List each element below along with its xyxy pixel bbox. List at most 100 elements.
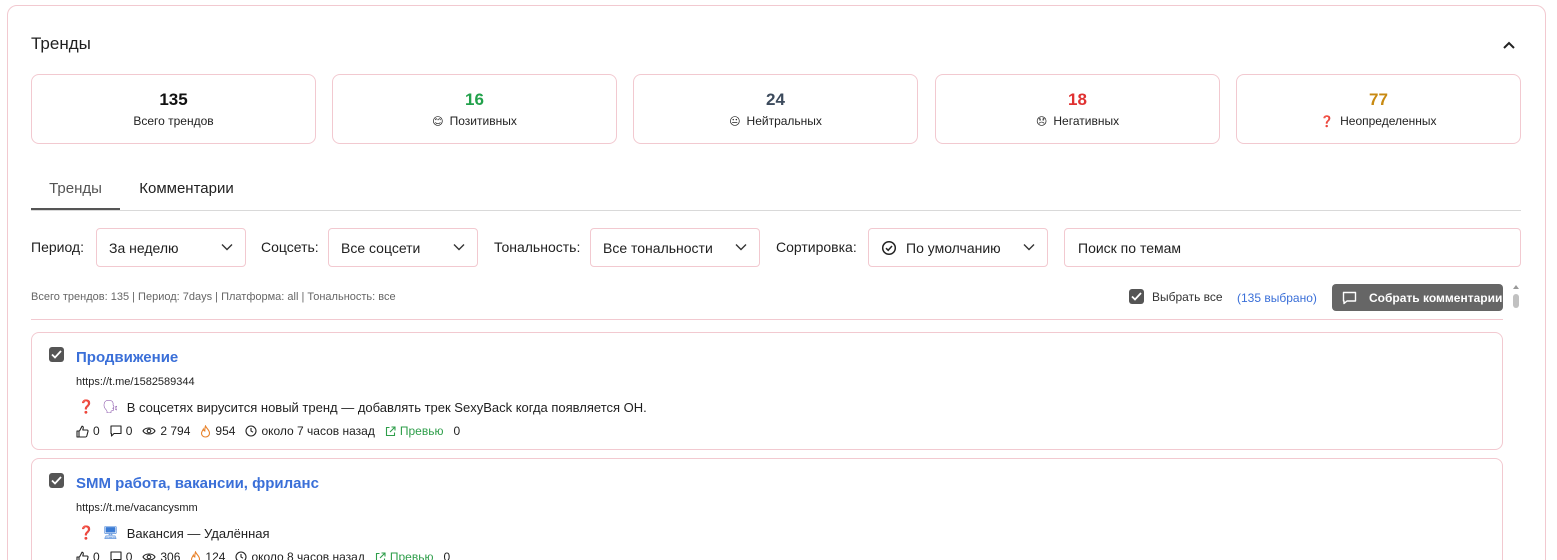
stat-label: Нейтральных (746, 114, 822, 128)
heat-count: 124 (205, 550, 226, 560)
stat-value: 24 (766, 90, 785, 109)
collapse-button[interactable] (1498, 34, 1520, 56)
tone-select[interactable]: Все тональности (590, 228, 760, 267)
scrollbar[interactable] (1512, 283, 1520, 560)
stat-card-positive: 16 😊 Позитивных (332, 74, 617, 144)
preview-link[interactable]: Превью (385, 424, 444, 438)
trend-url: https://t.me/1582589344 (76, 376, 195, 388)
comment-icon (110, 425, 122, 437)
summary-text: Всего трендов: 135 | Период: 7days | Пла… (31, 291, 396, 303)
chevron-down-icon (1023, 244, 1035, 251)
eye-icon (142, 427, 156, 435)
chevron-down-icon (453, 244, 465, 251)
likes-stat: 0 (76, 424, 100, 438)
trend-url: https://t.me/vacancysmm (76, 502, 198, 514)
stat-label: Позитивных (449, 114, 517, 128)
trend-checkbox[interactable] (49, 347, 64, 362)
select-all-checkbox[interactable]: Выбрать все (1129, 289, 1223, 304)
sort-label: Сортировка: (776, 239, 857, 255)
heat-stat: 124 (190, 550, 225, 560)
speaking-head-icon: 🗣 (102, 400, 119, 415)
stat-value: 135 (159, 90, 188, 109)
trend-title[interactable]: Продвижение (76, 349, 178, 366)
trend-title[interactable]: SMM работа, вакансии, фриланс (76, 475, 319, 492)
stat-value: 77 (1369, 90, 1388, 109)
clock-icon (235, 551, 247, 560)
preview-label: Превью (389, 550, 434, 560)
trend-text: В соцсетях вирусится новый тренд — добав… (126, 400, 647, 415)
trend-card: Продвижение https://t.me/1582589344 ❓ 🗣 … (31, 332, 1503, 450)
heat-count: 954 (215, 424, 236, 438)
stat-value: 16 (465, 90, 484, 109)
tone-value: Все тональности (603, 239, 713, 256)
comments-count: 0 (125, 424, 133, 438)
stat-card-negative: 18 😞 Негативных (935, 74, 1220, 144)
flame-icon (191, 550, 201, 560)
external-link-icon (375, 551, 386, 560)
computer-icon: 🖥 (102, 526, 119, 541)
views-count: 2 794 (160, 424, 191, 438)
period-select[interactable]: За неделю (96, 228, 246, 267)
comments-count: 0 (125, 550, 133, 560)
time-ago: около 8 часов назад (251, 550, 365, 560)
question-icon: ❓ (1320, 114, 1335, 128)
select-all-label: Выбрать все (1152, 289, 1223, 304)
sort-value: По умолчанию (906, 239, 1001, 256)
stat-card-neutral: 24 😐 Нейтральных (633, 74, 918, 144)
tabs-bar: Тренды Комментарии (31, 174, 1521, 211)
trend-checkbox[interactable] (49, 473, 64, 488)
tab-comments[interactable]: Комментарии (120, 174, 253, 210)
time-ago: около 7 часов назад (261, 424, 375, 438)
panel-title: Тренды (31, 34, 91, 53)
topic-search-input[interactable] (1064, 228, 1521, 267)
stat-value: 18 (1068, 90, 1087, 109)
heat-stat: 954 (200, 424, 235, 438)
chevron-up-icon (1503, 41, 1515, 49)
views-stat: 306 (142, 550, 180, 560)
thumbs-up-icon (76, 425, 89, 438)
collect-comments-label: Собрать комментарии (1369, 290, 1503, 305)
likes-stat: 0 (76, 550, 100, 560)
stat-label: Всего трендов (133, 114, 214, 128)
views-stat: 2 794 (142, 424, 190, 438)
network-value: Все соцсети (341, 239, 421, 256)
checkbox-checked-icon (1129, 289, 1144, 304)
extra-count: 0 (443, 550, 451, 560)
check-circle-icon (881, 240, 897, 255)
external-link-icon (385, 425, 396, 436)
neutral-face-icon: 😐 (729, 114, 741, 128)
trend-text: Вакансия — Удалённая (126, 526, 270, 541)
sort-select[interactable]: По умолчанию (868, 228, 1048, 267)
stat-card-total: 135 Всего трендов (31, 74, 316, 144)
trend-card: SMM работа, вакансии, фриланс https://t.… (31, 458, 1503, 560)
scroll-up-arrow-icon[interactable] (1512, 283, 1520, 291)
comments-stat: 0 (110, 550, 133, 560)
preview-label: Превью (399, 424, 444, 438)
collect-comments-button[interactable]: Собрать комментарии (1332, 284, 1503, 311)
time-stat: около 8 часов назад (235, 550, 365, 560)
question-icon: ❓ (78, 400, 95, 415)
eye-icon (142, 553, 156, 560)
question-icon: ❓ (78, 526, 95, 541)
period-value: За неделю (109, 239, 179, 256)
checkmark-icon (51, 350, 62, 359)
selected-count: (135 выбрано) (1237, 291, 1317, 305)
tab-trends[interactable]: Тренды (31, 174, 120, 210)
scroll-thumb[interactable] (1513, 294, 1519, 308)
stat-label: Негативных (1053, 114, 1120, 128)
likes-count: 0 (93, 424, 100, 438)
views-count: 306 (160, 550, 181, 560)
chevron-down-icon (221, 244, 233, 251)
flame-icon (201, 424, 211, 438)
thumbs-up-icon (76, 551, 89, 560)
preview-link[interactable]: Превью (375, 550, 434, 560)
network-label: Соцсеть: (261, 239, 319, 255)
comments-stat: 0 (110, 424, 133, 438)
period-label: Период: (31, 239, 84, 255)
extra-count: 0 (453, 424, 461, 438)
network-select[interactable]: Все соцсети (328, 228, 478, 267)
checkmark-icon (51, 476, 62, 485)
chevron-down-icon (735, 244, 747, 251)
comment-icon (110, 551, 122, 560)
clock-icon (245, 425, 257, 437)
